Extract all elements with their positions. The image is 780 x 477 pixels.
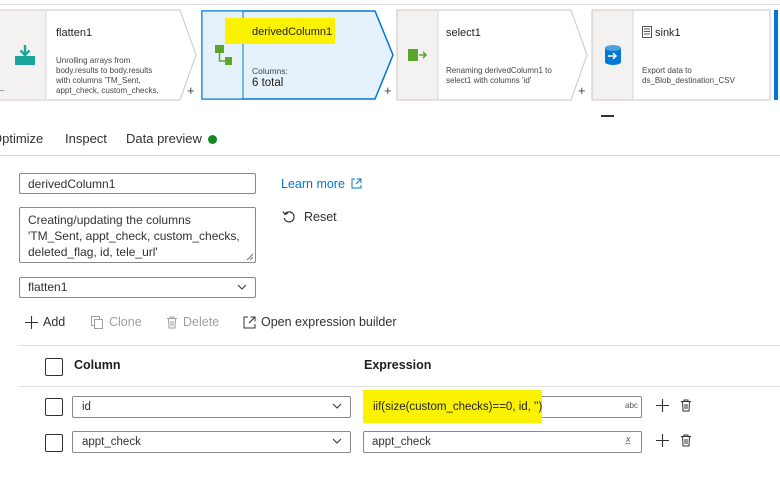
sink-icon — [592, 10, 633, 100]
clone-label: Clone — [109, 315, 142, 329]
resize-grip-icon[interactable] — [246, 253, 254, 261]
node-title: select1 — [446, 27, 481, 39]
add-row-icon[interactable] — [656, 434, 669, 447]
add-button[interactable]: Add — [25, 315, 65, 329]
tab-data-preview[interactable]: Data preview — [126, 131, 202, 146]
open-expression-builder-button[interactable]: Open expression builder — [243, 315, 397, 329]
add-transform-button[interactable]: + — [384, 84, 392, 97]
expression-text[interactable]: iif(size(custom_checks)==0, id, '') — [373, 397, 542, 417]
open-builder-label: Open expression builder — [261, 315, 397, 329]
learn-more-link[interactable]: Learn more — [281, 177, 362, 191]
pipeline-canvas: flatten1 Unrolling arrays from body.resu… — [0, 0, 780, 117]
column-name-dropdown[interactable]: appt_check — [72, 431, 351, 453]
chevron-down-icon — [332, 403, 342, 409]
description-textarea[interactable]: Creating/updating the columns 'TM_Sent, … — [19, 207, 256, 263]
plus-icon — [25, 315, 38, 329]
expression-input[interactable]: appt_check — [363, 431, 642, 453]
node-title: flatten1 — [56, 27, 93, 39]
tab-divider — [0, 155, 780, 156]
add-row-icon[interactable] — [656, 399, 669, 412]
add-transform-button[interactable]: + — [187, 84, 195, 97]
delete-row-icon[interactable] — [680, 434, 692, 447]
flatten-icon — [4, 10, 46, 100]
node-sink1[interactable]: sink1 Export data to ds_Blob_destination… — [591, 9, 780, 101]
open-builder-icon — [243, 316, 256, 328]
edge-marker: − — [0, 86, 5, 97]
type-badge: abc — [625, 401, 638, 410]
external-link-icon — [351, 178, 362, 189]
header-divider — [18, 345, 780, 346]
row-checkbox[interactable] — [45, 434, 63, 452]
incoming-stream-dropdown[interactable]: flatten1 — [19, 277, 256, 298]
node-title: sink1 — [655, 27, 681, 39]
add-transform-button[interactable]: + — [578, 84, 586, 97]
dataset-icon — [642, 26, 652, 38]
row-checkbox[interactable] — [45, 398, 63, 416]
column-name-dropdown[interactable]: id — [72, 396, 351, 418]
delete-label: Delete — [183, 315, 220, 329]
node-description: Export data to ds_Blob_destination_CSV — [642, 66, 735, 85]
node-select1[interactable]: select1 Renaming derivedColumn1 to selec… — [396, 9, 592, 101]
node-flatten1[interactable]: flatten1 Unrolling arrays from body.resu… — [0, 9, 200, 101]
reset-button[interactable]: Reset — [282, 210, 337, 224]
select-all-checkbox[interactable] — [45, 358, 63, 376]
canvas-top-border — [0, 4, 780, 5]
incoming-stream-value: flatten1 — [28, 280, 68, 294]
clone-icon — [91, 315, 103, 329]
resize-handle[interactable] — [601, 115, 614, 117]
columns-label: Columns: — [252, 66, 288, 76]
column-name-value: id — [82, 401, 91, 413]
expression-header: Expression — [364, 358, 432, 372]
node-description: Unrolling arrays from body.results to bo… — [56, 56, 159, 95]
output-stream-name-input[interactable] — [19, 173, 256, 194]
tab-inspect[interactable]: Inspect — [65, 131, 107, 146]
trash-icon — [167, 316, 177, 328]
tab-optimize[interactable]: Optimize — [0, 131, 43, 146]
clone-button[interactable]: Clone — [91, 315, 142, 329]
column-header: Column — [74, 358, 121, 372]
reset-icon — [282, 211, 295, 223]
select-icon — [397, 10, 438, 100]
reset-label: Reset — [304, 210, 337, 224]
node-title: derivedColumn1 — [252, 26, 333, 38]
delete-button[interactable]: Delete — [166, 315, 219, 329]
node-derivedcolumn1[interactable]: derivedColumn1 Columns: 6 total + — [201, 10, 397, 100]
column-name-value: appt_check — [82, 436, 141, 448]
delete-row-icon[interactable] — [680, 399, 692, 412]
columns-count: 6 total — [252, 77, 284, 89]
node-description: Renaming derivedColumn1 to select1 with … — [446, 66, 552, 85]
type-badge: x̲ — [626, 434, 631, 444]
grid-top-divider — [18, 386, 780, 387]
status-dot-icon — [208, 135, 217, 144]
expression-text: appt_check — [372, 436, 431, 448]
add-label: Add — [43, 315, 66, 329]
chevron-down-icon — [237, 284, 247, 290]
chevron-down-icon — [332, 438, 342, 444]
